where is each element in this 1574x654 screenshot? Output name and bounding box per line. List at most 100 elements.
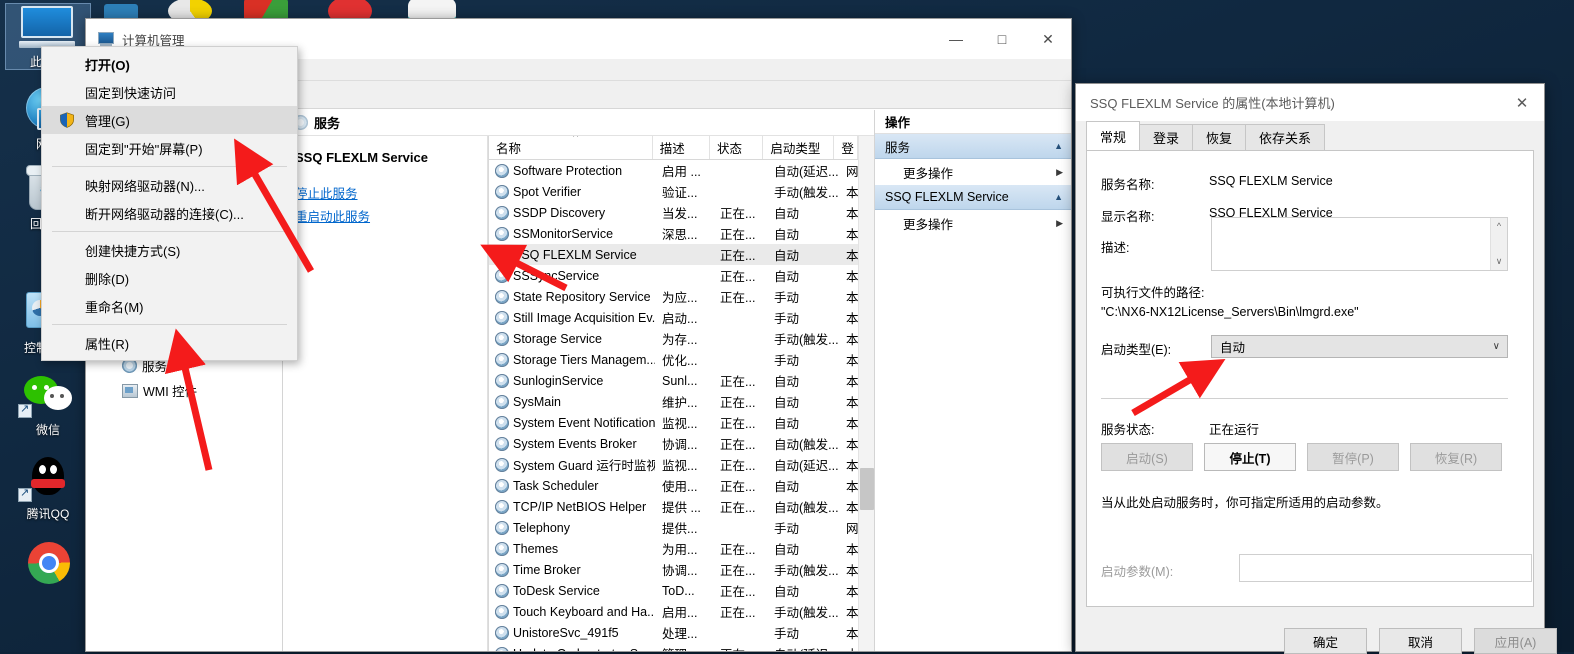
close-button[interactable]: ✕	[1025, 19, 1071, 59]
context-menu-item[interactable]: 断开网络驱动器的连接(C)...	[42, 199, 297, 227]
desktop-icon-tencent-qq[interactable]: 腾讯QQ	[6, 456, 90, 521]
table-row[interactable]: SysMain 维护... 正在... 自动本	[489, 391, 874, 412]
collapse-icon[interactable]: ▲	[1054, 141, 1063, 151]
minimize-button[interactable]: —	[933, 19, 979, 59]
services-vertical-scrollbar[interactable]	[858, 136, 874, 651]
table-row[interactable]: Themes 为用... 正在... 自动本	[489, 538, 874, 559]
table-row[interactable]: System Guard 运行时监视... 监视... 正在... 自动(延迟... 本	[489, 454, 874, 475]
cell-description: 启用...	[662, 606, 698, 620]
desktop-icon-partial-2[interactable]	[160, 0, 226, 24]
table-row[interactable]: SunloginService Sunl... 正在... 自动本	[489, 370, 874, 391]
column-header-log-on-as[interactable]: 登	[834, 136, 859, 159]
table-row[interactable]: Task Scheduler 使用... 正在... 自动本	[489, 475, 874, 496]
tree-node-wmi-control[interactable]: WMI 控件	[122, 381, 197, 400]
context-menu-item-label: 映射网络驱动器(N)...	[85, 178, 205, 194]
table-row[interactable]: Spot Verifier 验证... 手动(触发... 本	[489, 181, 874, 202]
table-row[interactable]: SSDP Discovery 当发... 正在... 自动本	[489, 202, 874, 223]
collapse-icon[interactable]: ▲	[1054, 192, 1063, 202]
table-row[interactable]: Storage Tiers Managem... 优化... 手动本	[489, 349, 874, 370]
table-row[interactable]: Software Protection 启用 ... 自动(延迟... 网	[489, 160, 874, 181]
cell-description: Sunl...	[662, 373, 698, 388]
startup-type-combobox[interactable]: 自动 ∨	[1211, 335, 1508, 358]
cell-name: Update Orchestrator Ser...	[513, 647, 655, 652]
cell-startup-type: 自动	[774, 249, 800, 263]
actions-group-services[interactable]: 服务 ▲	[875, 134, 1071, 159]
cancel-button[interactable]: 取消	[1379, 628, 1462, 654]
cell-name: SunloginService	[513, 373, 604, 388]
stop-service-button[interactable]: 停止(T)	[1204, 443, 1296, 471]
desktop-icon-partial-4[interactable]	[318, 0, 384, 26]
context-menu-item[interactable]: 重命名(M)	[42, 292, 297, 320]
tab-general[interactable]: 常规	[1086, 121, 1141, 150]
desktop-icon-partial-5[interactable]	[400, 0, 466, 24]
desktop-icon-partial-1[interactable]	[88, 0, 154, 26]
cell-status: 正在...	[720, 207, 756, 221]
context-menu-item[interactable]: 映射网络驱动器(N)...	[42, 171, 297, 199]
chevron-down-icon[interactable]: ∨	[1493, 341, 1500, 352]
dialog-close-button[interactable]: ✕	[1500, 84, 1544, 121]
action-more-actions-service[interactable]: 更多操作 ▶	[875, 210, 1071, 236]
tab-recovery[interactable]: 恢复	[1192, 124, 1247, 150]
description-textarea[interactable]: ^ ∨	[1211, 217, 1508, 271]
cell-name: SSQ FLEXLM Service	[513, 247, 637, 262]
table-row[interactable]: Still Image Acquisition Ev... 启动... 手动本	[489, 307, 874, 328]
context-menu-item[interactable]: 属性(R)	[42, 329, 297, 357]
action-more-actions-services[interactable]: 更多操作 ▶	[875, 159, 1071, 185]
scrollbar-thumb[interactable]	[860, 468, 874, 510]
hint-text: 当从此处启动服务时，你可指定所适用的启动参数。	[1101, 496, 1389, 510]
ok-button[interactable]: 确定	[1284, 628, 1367, 654]
column-header-status[interactable]: 状态	[710, 136, 764, 159]
context-menu-item[interactable]: 打开(O)	[42, 50, 297, 78]
desktop-icon-partial-3[interactable]	[236, 0, 302, 24]
column-header-startup-type[interactable]: 启动类型	[763, 136, 835, 159]
cell-name: Storage Service	[513, 331, 602, 346]
context-menu-item-label: 重命名(M)	[85, 299, 144, 315]
cell-description: 监视...	[662, 417, 698, 431]
dialog-titlebar[interactable]: SSQ FLEXLM Service 的属性(本地计算机) ✕	[1076, 84, 1544, 121]
table-row[interactable]: State Repository Service 为应... 正在... 手动本	[489, 286, 874, 307]
table-row[interactable]: System Event Notification... 监视... 正在... 自动…	[489, 412, 874, 433]
table-row[interactable]: Time Broker 协调... 正在... 手动(触发... 本	[489, 559, 874, 580]
desktop-icon-label: 腾讯QQ	[26, 507, 70, 521]
table-row[interactable]: System Events Broker 协调... 正在... 自动(触发... 本	[489, 433, 874, 454]
selected-service-name: SSQ FLEXLM Service	[295, 150, 428, 165]
start-parameters-input[interactable]	[1239, 554, 1532, 582]
table-row[interactable]: SSQ FLEXLM Service 正在... 自动本	[489, 244, 874, 265]
cell-status: 正在...	[720, 438, 756, 452]
actions-group-ssq-flexlm-service[interactable]: SSQ FLEXLM Service ▲	[875, 185, 1071, 210]
startup-type-label-row: 启动类型(E):	[1101, 339, 1171, 358]
cell-startup-type: 自动	[774, 417, 800, 431]
cell-name: SSMonitorService	[513, 226, 614, 241]
context-menu-item[interactable]: 固定到"开始"屏幕(P)	[42, 134, 297, 162]
table-row[interactable]: Storage Service 为存... 手动(触发... 本	[489, 328, 874, 349]
column-header-name[interactable]: 名称 ^	[489, 136, 653, 159]
table-row[interactable]: ToDesk Service ToD... 正在... 自动本	[489, 580, 874, 601]
table-row[interactable]: TCP/IP NetBIOS Helper 提供 ... 正在... 自动(触发...…	[489, 496, 874, 517]
table-row[interactable]: Touch Keyboard and Ha... 启用... 正在... 手动(触发.…	[489, 601, 874, 622]
table-row[interactable]: Update Orchestrator Ser...管理...正在...自动(延…	[489, 643, 874, 651]
context-menu-item-label: 断开网络驱动器的连接(C)...	[85, 206, 244, 222]
table-row[interactable]: Telephony 提供... 手动网	[489, 517, 874, 538]
context-menu-item[interactable]: 创建快捷方式(S)	[42, 236, 297, 264]
desktop-icon-wechat[interactable]: 微信	[6, 372, 90, 437]
cell-description: 提供 ...	[662, 501, 701, 515]
service-gear-icon	[495, 289, 509, 304]
context-menu-item[interactable]: 管理(G)	[42, 106, 297, 134]
table-row[interactable]: SSSyncService 正在... 自动本	[489, 265, 874, 286]
scroll-up-icon[interactable]: ^	[1497, 221, 1501, 231]
maximize-button[interactable]: □	[979, 19, 1025, 59]
tab-dependencies[interactable]: 依存关系	[1245, 124, 1326, 150]
context-menu-item[interactable]: 固定到快速访问	[42, 78, 297, 106]
table-row[interactable]: UnistoreSvc_491f5 处理... 手动本	[489, 622, 874, 643]
cell-startup-type: 自动(触发...	[774, 501, 839, 515]
tab-log-on[interactable]: 登录	[1139, 124, 1194, 150]
table-row[interactable]: SSMonitorService 深思... 正在... 自动本	[489, 223, 874, 244]
scroll-down-icon[interactable]: ∨	[1496, 256, 1503, 267]
restart-service-link[interactable]: 重启动此服务	[295, 206, 477, 225]
desktop-icon-chrome[interactable]	[6, 540, 90, 591]
cell-status: 正在...	[720, 396, 756, 410]
description-scrollbar[interactable]: ^ ∨	[1490, 218, 1507, 270]
context-menu-item[interactable]: 删除(D)	[42, 264, 297, 292]
column-header-description[interactable]: 描述	[653, 136, 710, 159]
stop-service-link[interactable]: 停止此服务	[295, 183, 477, 202]
